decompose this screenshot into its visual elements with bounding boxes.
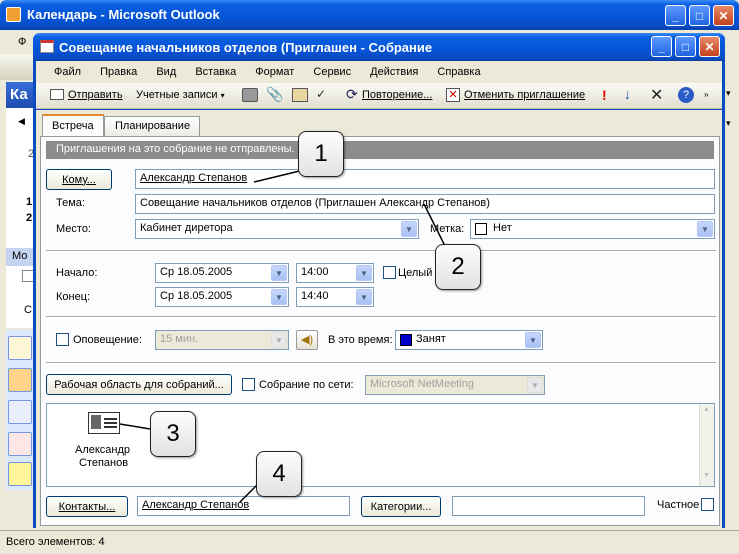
callout-pointers — [119, 167, 449, 503]
callout-3: 3 — [150, 411, 196, 457]
callout-1: 1 — [298, 131, 344, 177]
callout-2: 2 — [435, 244, 481, 290]
callout-4: 4 — [256, 451, 302, 497]
